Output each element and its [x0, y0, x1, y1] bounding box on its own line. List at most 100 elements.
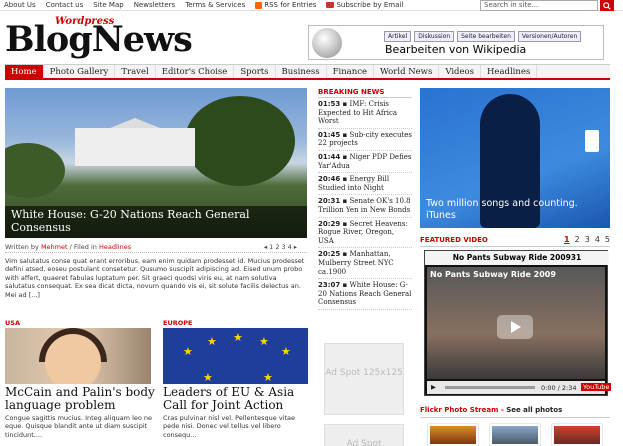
category-link[interactable]: Headlines	[99, 243, 131, 251]
breaking-time: 23:07	[318, 281, 341, 290]
flickr-thumbnail[interactable]	[428, 424, 478, 446]
video-player[interactable]: No Pants Subway Ride 200931 No Pants Sub…	[424, 250, 612, 396]
search-input[interactable]: Search in site...	[480, 0, 598, 11]
itunes-brand: iTunes	[426, 210, 456, 221]
top-link-newsletters[interactable]: Newsletters	[134, 1, 176, 9]
featured-video-heading: FEATURED VIDEO	[420, 236, 488, 244]
itunes-ad[interactable]: Two million songs and counting. iTunes	[420, 88, 610, 228]
itunes-tagline: Two million songs and counting.	[426, 198, 578, 209]
banner-tab-article: Artikel	[384, 31, 412, 42]
nav-sports[interactable]: Sports	[234, 65, 276, 78]
nav-photo-gallery[interactable]: Photo Gallery	[44, 65, 116, 78]
breaking-time: 01:44	[318, 152, 341, 161]
play-button-icon[interactable]: ▶	[431, 383, 436, 391]
featured-byline: Written by Mehmet / Filed in Headlines ◂…	[5, 242, 307, 253]
tree-shape-2	[5, 143, 65, 198]
rss-link[interactable]: RSS for Entries	[255, 1, 316, 9]
featured-caption[interactable]: White House: G-20 Nations Reach General …	[5, 206, 307, 238]
breaking-time: 01:45	[318, 130, 341, 139]
nav-editors-choice[interactable]: Editor's Choise	[156, 65, 235, 78]
video-page-4[interactable]: 4	[595, 235, 600, 244]
featured-pager: ◂ 1 2 3 4 ▸	[264, 242, 297, 252]
flickr-thumbnail[interactable]	[490, 424, 540, 446]
europe-thumbnail[interactable]: ★ ★ ★ ★ ★ ★ ★	[163, 328, 308, 384]
rss-label: RSS for Entries	[264, 1, 317, 9]
wikipedia-globe-icon	[312, 28, 342, 58]
rss-icon	[255, 1, 263, 9]
ad-spot-2[interactable]: Ad Spot	[324, 424, 404, 446]
video-seek-bar[interactable]	[445, 386, 535, 389]
breaking-time: 20:25	[318, 250, 341, 259]
usa-excerpt: Congue sagittis mucius. Integ aliquam le…	[5, 414, 153, 439]
house-shape	[75, 128, 195, 168]
search-button[interactable]	[600, 0, 614, 11]
breaking-item[interactable]: 01:45 ▪ Sub-city executes 22 projects	[318, 129, 412, 151]
video-page-2[interactable]: 2	[575, 235, 580, 244]
breaking-item[interactable]: 20:46 ▪ Energy Bill Studied into Night	[318, 173, 412, 196]
video-page-5[interactable]: 5	[605, 235, 610, 244]
usa-thumbnail[interactable]	[5, 328, 151, 384]
nav-headlines[interactable]: Headlines	[481, 65, 538, 78]
top-link-sitemap[interactable]: Site Map	[93, 1, 123, 9]
ad-spot-1[interactable]: Ad Spot 125x125	[324, 343, 404, 415]
nav-home[interactable]: Home	[5, 65, 44, 78]
breaking-item[interactable]: 01:44 ▪ Niger PDP Defies Yar'Adua	[318, 151, 412, 174]
banner-tab-versions: Versionen/Autoren	[517, 31, 582, 42]
video-title[interactable]: No Pants Subway Ride 200931	[425, 251, 609, 265]
breaking-item[interactable]: 01:53 ▪ IMF: Crisis Expected to Hit Afri…	[318, 98, 412, 129]
pager-prev-icon[interactable]: ◂	[264, 242, 267, 252]
nav-travel[interactable]: Travel	[115, 65, 156, 78]
pager-page-1[interactable]: 1	[269, 242, 273, 252]
section-label-europe[interactable]: EUROPE	[163, 319, 192, 327]
breaking-item[interactable]: 20:25 ▪ Manhattan, Mulberry Street NYC c…	[318, 248, 412, 280]
europe-headline[interactable]: Leaders of EU & Asia Call for Joint Acti…	[163, 386, 311, 412]
site-logo[interactable]: BlogNews	[5, 22, 193, 57]
usa-headline[interactable]: McCain and Palin's body language problem	[5, 386, 155, 412]
video-pager: 1 2 3 4 5	[564, 235, 610, 244]
pager-page-2[interactable]: 2	[275, 242, 279, 252]
top-bar: About Us Contact us Site Map Newsletters…	[0, 0, 623, 11]
featured-video-header: FEATURED VIDEO 1 2 3 4 5	[420, 235, 610, 247]
breaking-item[interactable]: 23:07 ▪ White House: G-20 Nations Reach …	[318, 279, 412, 310]
eu-star-icon: ★	[233, 331, 243, 344]
flickr-thumbnail[interactable]	[552, 424, 602, 446]
youtube-logo[interactable]: YouTube	[581, 383, 612, 391]
top-banner-ad[interactable]: Artikel Diskussion Seite bearbeiten Vers…	[308, 25, 604, 60]
video-screen[interactable]: No Pants Subway Ride 2009	[427, 267, 605, 379]
eu-star-icon: ★	[281, 345, 291, 358]
video-page-3[interactable]: 3	[585, 235, 590, 244]
top-link-contact[interactable]: Contact us	[46, 1, 84, 9]
nav-finance[interactable]: Finance	[327, 65, 375, 78]
breaking-item[interactable]: 20:29 ▪ Secret Heavens: Rogue River, Ore…	[318, 218, 412, 249]
nav-world-news[interactable]: World News	[374, 65, 440, 78]
pager-next-icon[interactable]: ▸	[294, 242, 297, 252]
pager-page-3[interactable]: 3	[281, 242, 285, 252]
video-screen-title: No Pants Subway Ride 2009	[430, 270, 556, 279]
filed-in: / Filed in	[69, 243, 97, 251]
eu-star-icon: ★	[259, 335, 269, 348]
see-all-photos-link[interactable]: See all photos	[506, 406, 562, 414]
banner-tab-edit: Seite bearbeiten	[457, 31, 515, 42]
eu-star-icon: ★	[263, 371, 273, 384]
tree-shape	[185, 96, 295, 186]
breaking-item[interactable]: 20:31 ▪ Senate OK's 10.8 Trillion Yen in…	[318, 195, 412, 218]
section-label-usa[interactable]: USA	[5, 319, 20, 327]
breaking-time: 20:46	[318, 175, 341, 184]
subscribe-link[interactable]: Subscribe by Email	[326, 1, 403, 9]
search-icon	[603, 1, 611, 10]
breaking-time: 20:29	[318, 219, 341, 228]
play-icon[interactable]	[497, 315, 533, 339]
breaking-time: 01:53	[318, 100, 341, 108]
nav-business[interactable]: Business	[276, 65, 327, 78]
featured-image[interactable]: White House: G-20 Nations Reach General …	[5, 88, 307, 238]
face-shape	[45, 334, 101, 384]
video-page-1[interactable]: 1	[564, 235, 570, 244]
featured-summary: Vim salutatus conse quat erant erroribus…	[5, 257, 305, 299]
breaking-news-heading: BREAKING NEWS	[318, 88, 412, 98]
flickr-heading[interactable]: Flickr Photo Stream	[420, 406, 498, 414]
nav-videos[interactable]: Videos	[439, 65, 481, 78]
top-link-terms[interactable]: Terms & Services	[185, 1, 245, 9]
pager-page-4[interactable]: 4	[288, 242, 292, 252]
author-link[interactable]: Mehmet	[41, 243, 68, 251]
top-link-about[interactable]: About Us	[4, 1, 36, 9]
